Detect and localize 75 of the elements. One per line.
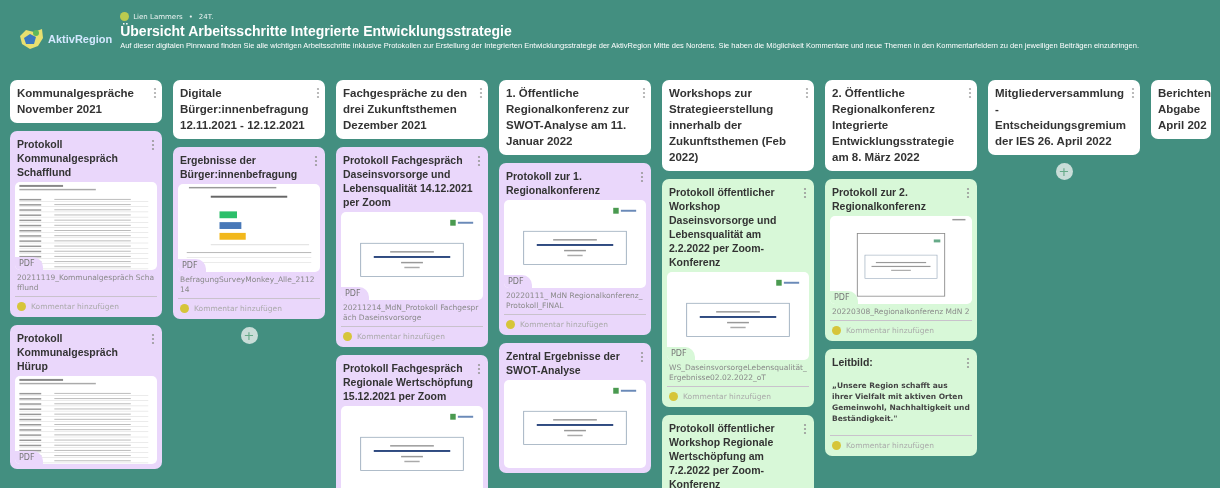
post-title: Protokoll öffentlicher Workshop Regionale Wertschöpfung am 7.2.2022 per Zoom-Konferenz [669,421,776,488]
more-icon[interactable] [968,87,972,99]
more-icon[interactable] [477,155,481,167]
column-header[interactable]: 2. Öffentliche Regionalkonferenz Integrierte Entwicklungsstrategie am 8. März 2022 [825,80,977,171]
document-preview[interactable]: PDF [15,182,157,270]
avatar [180,304,189,313]
post-title: Protokoll zur 1. Regionalkonferenz [506,169,601,197]
avatar [506,320,515,329]
more-icon[interactable] [803,187,807,199]
post-card[interactable]: Protokoll Kommunalgespräch Hürup PDF [10,325,162,469]
document-preview[interactable]: PDF [15,376,157,464]
file-type-label: PDF [504,275,532,288]
file-type-label: PDF [178,259,206,272]
post-title: Protokoll Fachgespräch Daseinsvorsorge und Lebensqualität 14.12.2021 per Zoom [343,153,474,209]
column-header[interactable]: Kommunalgespräche November 2021 [10,80,162,123]
document-preview[interactable] [341,406,483,488]
document-preview[interactable]: PDF [830,216,972,304]
document-preview[interactable]: PDF [341,212,483,300]
more-icon[interactable] [477,363,481,375]
column-title: Kommunalgespräche November 2021 [17,86,135,117]
more-icon[interactable] [966,187,970,199]
column-header[interactable]: Mitgliederversammlung - Entscheidungsgremium der IES 26. April 2022 [988,80,1140,155]
avatar [832,441,841,450]
more-icon[interactable] [642,87,646,99]
column-title: Digitale Bürger:innenbefragung 12.11.2021 - 12.12.2021 [180,86,310,133]
post-title: Protokoll Fachgespräch Regionale Wertschöpfung 15.12.2021 per Zoom [343,361,474,403]
column-header[interactable]: Digitale Bürger:innenbefragung 12.11.2021 - 12.12.2021 [173,80,325,139]
column-title: Fachgespräche zu den drei Zukunftsthemen Dezember 2021 [343,86,468,133]
post-title: Ergebnisse der Bürger:innenbefragung [180,153,299,181]
file-type-label: PDF [15,257,43,270]
column-header[interactable]: 1. Öffentliche Regionalkonferenz zur SWOT-Analyse am 11. Januar 2022 [499,80,651,155]
post-title: Protokoll öffentlicher Workshop Daseinsvorsorge und Lebensqualität am 2.2.2022 per Zoom-Konferenz [669,185,778,269]
file-type-label: PDF [15,451,43,464]
avatar [120,12,130,21]
file-type-label: PDF [341,287,369,300]
avatar [669,392,678,401]
board-title: Übersicht Arbeitsschritte Integrierte Entwicklungsstrategie [120,23,513,40]
avatar [343,332,352,341]
post-card[interactable]: Protokoll öffentlicher Workshop Regionale Wertschöpfung am 7.2.2022 per Zoom-Konferenz [662,415,814,488]
post-title: Protokoll Kommunalgespräch Hürup [17,331,119,373]
more-icon[interactable] [1131,87,1135,99]
post-title: Zentral Ergebnisse der SWOT-Analyse [506,349,621,377]
post-title: Protokoll zur 2. Regionalkonferenz [832,185,927,213]
more-icon[interactable] [151,139,155,151]
post-card[interactable]: Zentral Ergebnisse der SWOT-Analyse [499,343,651,473]
file-type-label: PDF [667,347,695,360]
more-icon[interactable] [316,87,320,99]
more-icon[interactable] [803,423,807,435]
logo: AktivRegion [16,24,113,54]
column-title: Berichten Abgabe April 202 [1158,86,1212,133]
more-icon[interactable] [153,87,157,99]
post-title: Protokoll Kommunalgespräch Schafflund [17,137,119,179]
post-title: Leitbild: [832,355,873,369]
more-icon[interactable] [640,351,644,363]
more-icon[interactable] [640,171,644,183]
column-header[interactable]: Workshops zur Strategieerstellung innerhalb der Zukunftsthemen (Feb 2022) [662,80,814,171]
column-title: Mitgliederversammlung - Entscheidungsgremium der IES 26. April 2022 [995,86,1127,149]
document-preview[interactable]: PDF [504,200,646,288]
more-icon[interactable] [314,155,318,167]
column-header[interactable]: Berichten Abgabe April 202 [1151,80,1211,139]
more-icon[interactable] [151,333,155,345]
document-preview[interactable]: PDF [667,272,809,360]
avatar [832,326,841,335]
post-card[interactable]: Protokoll Fachgespräch Regionale Wertschöpfung 15.12.2021 per Zoom [336,355,488,488]
more-icon[interactable] [479,87,483,99]
document-preview[interactable]: PDF [178,184,320,272]
column-header[interactable]: Fachgespräche zu den drei Zukunftsthemen Dezember 2021 [336,80,488,139]
more-icon[interactable] [966,357,970,369]
more-icon[interactable] [805,87,809,99]
column-title: 1. Öffentliche Regionalkonferenz zur SWOT-Analyse am 11. Januar 2022 [506,86,631,149]
document-preview[interactable] [504,380,646,468]
column-title: Workshops zur Strategieerstellung innerhalb der Zukunftsthemen (Feb 2022) [669,86,787,165]
column-title: 2. Öffentliche Regionalkonferenz Integrierte Entwicklungsstrategie am 8. März 2022 [832,86,956,165]
file-type-label: PDF [830,291,858,304]
avatar [17,302,26,311]
